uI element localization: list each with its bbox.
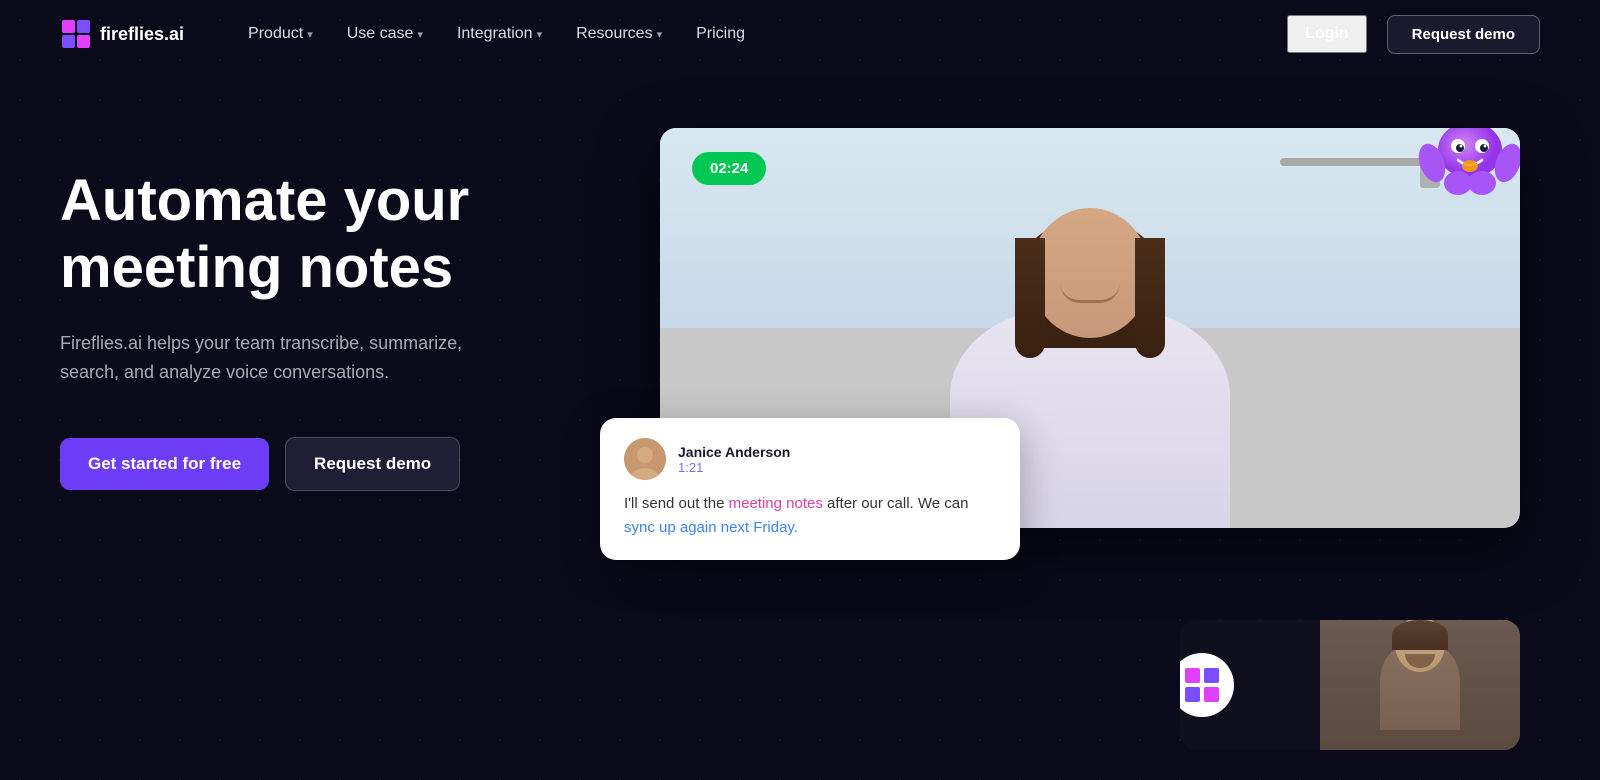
chevron-down-icon: ▾ <box>417 28 423 41</box>
chat-card: Janice Anderson 1:21 I'll send out the m… <box>600 418 1020 560</box>
chat-message: I'll send out the meeting notes after ou… <box>624 492 996 540</box>
hero-subtitle: Fireflies.ai helps your team transcribe,… <box>60 329 500 387</box>
fireflies-center-logo <box>1180 653 1234 717</box>
bottom-card <box>1180 620 1520 750</box>
nav-product[interactable]: Product ▾ <box>234 17 327 51</box>
chevron-down-icon: ▾ <box>307 28 313 41</box>
chat-avatar <box>624 438 666 480</box>
fireflies-logo-icon <box>1182 665 1222 705</box>
hero-section: Automate your meeting notes Fireflies.ai… <box>0 68 1600 780</box>
hero-right: 02:24 <box>580 128 1540 780</box>
hero-left: Automate your meeting notes Fireflies.ai… <box>60 128 580 491</box>
nav-right: Login Request demo <box>1287 15 1540 54</box>
chevron-down-icon: ▾ <box>537 28 543 41</box>
nav-usecase[interactable]: Use case ▾ <box>333 17 437 51</box>
navbar: fireflies.ai Product ▾ Use case ▾ Integr… <box>0 0 1600 68</box>
hero-buttons: Get started for free Request demo <box>60 437 580 491</box>
bottom-person-video <box>1320 620 1520 750</box>
nav-links: Product ▾ Use case ▾ Integration ▾ Resou… <box>234 17 1287 51</box>
avatar-image <box>624 438 666 480</box>
logo[interactable]: fireflies.ai <box>60 18 184 50</box>
robot-svg <box>1410 128 1520 228</box>
login-button[interactable]: Login <box>1287 15 1367 53</box>
timer-badge: 02:24 <box>692 152 766 185</box>
chat-timestamp: 1:21 <box>678 460 790 475</box>
chat-user-info: Janice Anderson 1:21 <box>678 444 790 475</box>
robot-mascot <box>1410 128 1520 228</box>
nav-pricing[interactable]: Pricing <box>682 17 759 51</box>
brand-name: fireflies.ai <box>100 24 184 45</box>
chevron-down-icon: ▾ <box>657 28 663 41</box>
request-demo-button[interactable]: Request demo <box>285 437 460 491</box>
highlight-meeting-notes: meeting notes <box>729 495 823 512</box>
chat-user-name: Janice Anderson <box>678 444 790 460</box>
hero-title: Automate your meeting notes <box>60 168 580 301</box>
get-started-button[interactable]: Get started for free <box>60 438 269 490</box>
logo-icon <box>60 18 92 50</box>
nav-resources[interactable]: Resources ▾ <box>562 17 676 51</box>
chat-header: Janice Anderson 1:21 <box>624 438 996 480</box>
nav-integration[interactable]: Integration ▾ <box>443 17 556 51</box>
highlight-sync-up: sync up again next Friday. <box>624 519 798 536</box>
request-demo-nav-button[interactable]: Request demo <box>1387 15 1540 54</box>
